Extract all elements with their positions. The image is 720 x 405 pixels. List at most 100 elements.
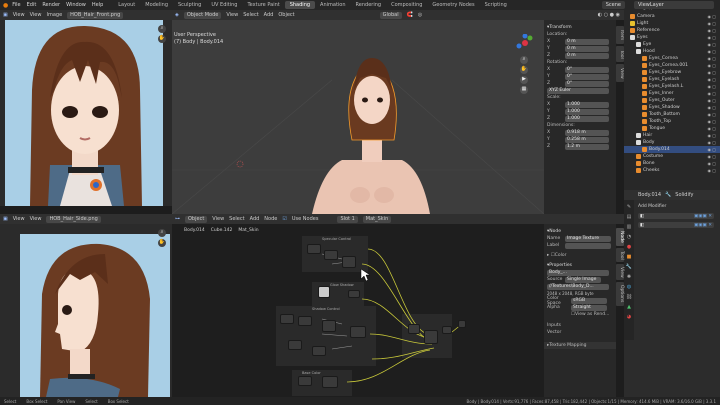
zoom-icon[interactable]: ⌕ <box>520 56 528 64</box>
menu-view[interactable]: View <box>13 216 25 222</box>
visibility-icon[interactable]: ◉ ▢ <box>707 84 716 89</box>
rotation-y-field[interactable]: 0° <box>565 73 609 80</box>
scale-z-field[interactable]: 1.000 <box>565 115 609 122</box>
node[interactable] <box>424 330 438 344</box>
transform-section[interactable]: ▾ Transform <box>544 24 616 31</box>
tab-view[interactable]: View <box>616 264 624 280</box>
outliner-row[interactable]: Eyes_Eyelash ◉ ▢ <box>624 76 720 83</box>
node[interactable] <box>280 314 294 324</box>
visibility-icon[interactable]: ◉ ▢ <box>707 42 716 47</box>
outliner-row[interactable]: Eyes_Cornea ◉ ▢ <box>624 55 720 62</box>
object-name[interactable]: Body.014 <box>638 192 661 198</box>
dimensions-x-field[interactable]: 0.918 m <box>565 129 609 136</box>
proportional-edit-icon[interactable]: ◎ <box>418 12 422 18</box>
modifier-item[interactable]: ◧ ▣▣▣ ✕ <box>638 213 714 219</box>
colorspace-select[interactable]: sRGB <box>571 297 607 304</box>
axis-gizmo[interactable] <box>516 33 534 52</box>
color-section[interactable]: ▸ ☐ Color <box>544 252 616 259</box>
visibility-icon[interactable]: ◉ ▢ <box>707 70 716 75</box>
scale-y-field[interactable]: 1.000 <box>565 108 609 115</box>
grid-icon[interactable]: ▦ <box>520 86 528 94</box>
node[interactable] <box>350 326 366 338</box>
visibility-icon[interactable]: ◉ ▢ <box>707 119 716 124</box>
mode-selector[interactable]: Object Mode <box>183 11 222 19</box>
node[interactable] <box>288 340 302 350</box>
filepath-field[interactable]: //Textures\Body_D... <box>547 283 609 290</box>
node-label-field[interactable] <box>565 242 611 249</box>
tab-animation[interactable]: Animation <box>315 1 351 9</box>
location-y-field[interactable]: 0 m <box>565 45 609 52</box>
tab-tool[interactable]: Tool <box>616 46 624 62</box>
tab-item[interactable]: Item <box>616 26 624 44</box>
menu-select[interactable]: Select <box>229 216 244 222</box>
menu-object[interactable]: Object <box>278 12 294 18</box>
visibility-icon[interactable]: ◉ ▢ <box>707 49 716 54</box>
material-select[interactable]: Mat_Skin <box>362 215 392 223</box>
particles-icon[interactable]: ✺ <box>627 274 631 280</box>
tab-options[interactable]: Options <box>616 282 624 306</box>
outliner-row[interactable]: Body ◉ ▢ <box>624 139 720 146</box>
visibility-icon[interactable]: ◉ ▢ <box>707 105 716 110</box>
slot-select[interactable]: Slot 1 <box>337 215 358 223</box>
visibility-icon[interactable]: ◉ ▢ <box>707 56 716 61</box>
outliner-row[interactable]: Eyes ◉ ▢ <box>624 34 720 41</box>
scene-icon[interactable]: ◔ <box>627 234 631 240</box>
node[interactable] <box>312 346 326 356</box>
tab-tool[interactable]: Tool <box>616 248 624 262</box>
outliner-row[interactable]: Eye ◉ ▢ <box>624 41 720 48</box>
properties-section[interactable]: ▾ Properties <box>544 262 616 269</box>
tab-scripting[interactable]: Scripting <box>480 1 512 9</box>
tab-sculpting[interactable]: Sculpting <box>173 1 206 9</box>
menu-add[interactable]: Add <box>250 216 260 222</box>
viewport-canvas[interactable]: User Perspective (7) Body | Body.014 ⌕ ✋… <box>171 20 545 215</box>
outliner-row[interactable]: Eyes_Outer ◉ ▢ <box>624 97 720 104</box>
menu-image[interactable]: Image <box>46 12 62 18</box>
node[interactable] <box>442 326 452 334</box>
node[interactable] <box>348 290 360 298</box>
node[interactable] <box>307 244 321 254</box>
blender-logo-icon[interactable]: ● <box>3 2 8 9</box>
tab-node[interactable]: Node <box>616 228 624 246</box>
visibility-icon[interactable]: ◉ ▢ <box>707 140 716 145</box>
outliner-row[interactable]: Hair ◉ ▢ <box>624 132 720 139</box>
view-layer-selector[interactable]: ViewLayer <box>634 1 714 9</box>
render-icon[interactable]: ▤ <box>627 214 632 220</box>
material-output-node[interactable] <box>458 320 466 328</box>
menu-select[interactable]: Select <box>243 12 258 18</box>
visibility-icon[interactable]: ◉ ▢ <box>707 91 716 96</box>
object-icon[interactable]: ■ <box>627 254 632 260</box>
visibility-icon[interactable]: ◉ ▢ <box>707 147 716 152</box>
editor-type-icon[interactable]: ⊶ <box>175 216 180 222</box>
editor-type-icon[interactable]: ◈ <box>175 12 179 18</box>
menu-view[interactable]: View <box>212 216 224 222</box>
visibility-icon[interactable]: ◉ ▢ <box>707 98 716 103</box>
modifier-name[interactable]: Solidify <box>675 192 693 198</box>
node-section[interactable]: ▾ Node <box>544 228 616 235</box>
outliner-row[interactable]: Hood ◉ ▢ <box>624 48 720 55</box>
node[interactable] <box>322 320 336 332</box>
outliner-row[interactable]: Eyes_Eyelash.L ◉ ▢ <box>624 83 720 90</box>
visibility-icon[interactable]: ◉ ▢ <box>707 168 716 173</box>
world-icon[interactable]: ● <box>627 244 631 250</box>
node[interactable] <box>298 376 312 386</box>
menu-help[interactable]: Help <box>92 2 103 8</box>
outliner-row[interactable]: Reference ◉ ▢ <box>624 27 720 34</box>
tab-compositing[interactable]: Compositing <box>386 1 427 9</box>
outliner-row[interactable]: Tongue ◉ ▢ <box>624 125 720 132</box>
hand-icon[interactable]: ✋ <box>158 239 166 247</box>
visibility-icon[interactable]: ◉ ▢ <box>707 112 716 117</box>
rotation-x-field[interactable]: 0° <box>565 66 609 73</box>
tab-geometry-nodes[interactable]: Geometry Nodes <box>427 1 479 9</box>
add-modifier-button[interactable]: Add Modifier <box>624 200 720 209</box>
menu-edit[interactable]: Edit <box>27 2 37 8</box>
use-nodes-checkbox[interactable]: ☑ <box>282 216 286 222</box>
source-select[interactable]: Single Image <box>565 276 601 283</box>
outliner-row[interactable]: Light ◉ ▢ <box>624 20 720 27</box>
node[interactable] <box>408 324 420 334</box>
image-datablock[interactable]: Body_... <box>547 269 609 276</box>
material-icon[interactable]: ◕ <box>627 314 631 320</box>
camera-icon[interactable]: ▶ <box>520 76 528 84</box>
image-canvas-front[interactable]: ⌕ ✋ <box>0 20 172 206</box>
outliner-row[interactable]: Camera ◉ ▢ <box>624 13 720 20</box>
menu-add[interactable]: Add <box>264 12 274 18</box>
